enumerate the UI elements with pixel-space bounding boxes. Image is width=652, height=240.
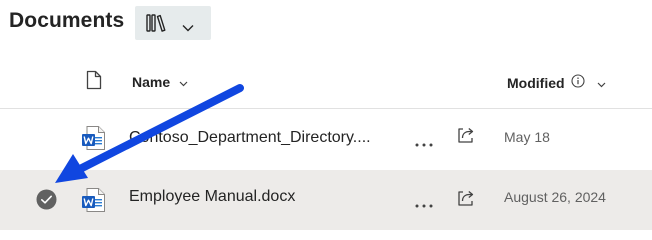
table-row[interactable]: Contoso_Department_Directory.... May 18 [0,109,652,165]
share-icon[interactable] [456,125,476,150]
header-bar: Documents [0,0,652,50]
file-name-link[interactable]: Employee Manual.docx [129,188,295,206]
chevron-down-icon [179,74,188,90]
more-options-icon[interactable] [415,134,433,152]
chevron-down-icon [182,19,194,37]
info-icon[interactable] [570,74,585,91]
more-options-icon[interactable] [415,195,433,213]
file-name-link[interactable]: Contoso_Department_Directory.... [129,129,371,147]
modified-date: May 18 [504,129,550,145]
name-column-header[interactable]: Name [132,74,188,90]
modified-column-header[interactable]: Modified [507,74,606,91]
chevron-down-icon [597,75,606,91]
page-title: Documents [9,9,125,32]
view-switcher-button[interactable] [135,6,211,40]
checkmark-circle-icon[interactable] [36,189,57,215]
column-header-row: Name Modified [0,60,652,108]
share-icon[interactable] [456,188,476,213]
table-row-selected[interactable]: Employee Manual.docx August 26, 2024 [0,170,652,230]
word-document-icon [81,187,107,218]
name-column-label: Name [132,74,171,90]
document-icon[interactable] [86,70,102,95]
library-view-icon [146,14,168,37]
modified-date: August 26, 2024 [504,189,606,205]
modified-column-label: Modified [507,74,565,91]
word-document-icon [81,125,107,156]
